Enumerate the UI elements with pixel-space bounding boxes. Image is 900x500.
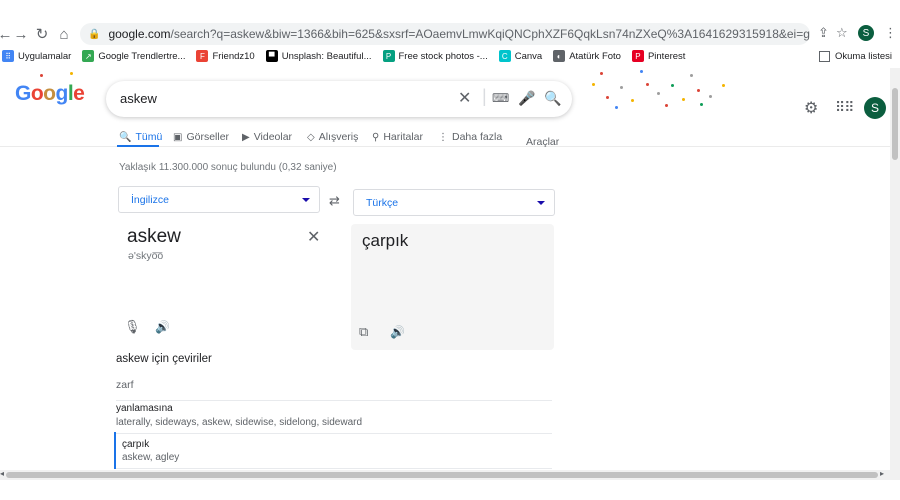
forward-icon[interactable]: → (10, 23, 32, 45)
chevron-down-icon (537, 201, 545, 205)
bookmark-item[interactable]: ↗ Google Trendlertre... (82, 50, 185, 62)
google-account-avatar[interactable]: S (864, 97, 886, 119)
bookmark-item[interactable]: ⠿ Uygulamalar (2, 50, 71, 62)
tab-more[interactable]: ⋮ Daha fazla (438, 131, 502, 143)
scroll-left-icon[interactable]: ◂ (0, 469, 4, 478)
apps-grid-icon: ⠿ (2, 50, 14, 62)
source-text[interactable]: askew (127, 226, 181, 248)
search-box[interactable]: askew ✕ | ⌨ 🎤 🔍 (106, 81, 572, 117)
photo-icon: ◐ (553, 50, 566, 62)
tab-shopping[interactable]: ◇ Alışveriş (307, 131, 358, 143)
bookmark-item[interactable]: F Friendz10 (196, 50, 255, 62)
divider (116, 433, 552, 434)
lock-icon: 🔒 (88, 28, 101, 40)
bookmark-label: Pinterest (647, 50, 686, 62)
pin-icon: ⚲ (372, 131, 380, 143)
scroll-right-icon[interactable]: ▸ (880, 469, 884, 478)
bookmark-item[interactable]: P Pinterest (631, 50, 686, 62)
bookmark-item[interactable]: C Canva (498, 50, 543, 62)
translation-word[interactable]: yanlamasına (116, 403, 173, 414)
menu-dots-icon[interactable]: ⋮ (884, 25, 897, 41)
divider (116, 400, 552, 401)
browser-chrome: ← → ↻ ⌂ 🔒 google.com/search?q=askew&biw=… (0, 0, 900, 68)
bookmark-item[interactable]: ◐ Atatürk Foto (553, 50, 621, 62)
bookmarks-bar: ⠿ Uygulamalar ↗ Google Trendlertre... F Frien… (0, 46, 900, 66)
speaker-icon[interactable]: 🔊 (390, 325, 405, 339)
browser-toolbar: ← → ↻ ⌂ 🔒 google.com/search?q=askew&biw=… (0, 0, 900, 45)
url-host: google.com (108, 27, 171, 41)
home-icon[interactable]: ⌂ (53, 23, 75, 45)
divider (116, 468, 552, 469)
tab-all[interactable]: 🔍 Tümü (119, 131, 162, 143)
translation-word[interactable]: çarpık (122, 439, 149, 450)
unsplash-icon: ▀ (265, 50, 278, 62)
settings-gear-icon[interactable]: ⚙ (804, 98, 818, 118)
selected-entry-indicator (114, 432, 116, 469)
tag-icon: ◇ (307, 131, 315, 143)
tab-maps[interactable]: ⚲ Haritalar (372, 131, 423, 143)
canva-icon: C (498, 50, 511, 62)
tab-videos[interactable]: ▶ Videolar (242, 131, 292, 143)
mic-icon[interactable]: 🎤 (518, 90, 535, 107)
chevron-down-icon (302, 198, 310, 202)
google-logo[interactable]: Google (15, 82, 85, 106)
bookmark-label: Atatürk Foto (569, 50, 621, 62)
bookmark-label: Uygulamalar (18, 50, 72, 62)
reading-list-icon (818, 50, 830, 62)
translations-heading: askew için çeviriler (116, 353, 212, 365)
url-path: /search?q=askew&biw=1366&bih=625&sxsrf=A… (170, 27, 811, 41)
horizontal-scrollbar-thumb[interactable] (6, 472, 878, 478)
bookmark-label: Free stock photos -... (398, 50, 488, 62)
keyboard-icon[interactable]: ⌨ (492, 91, 509, 105)
search-divider: | (482, 86, 487, 106)
pexels-icon: P (382, 50, 395, 62)
part-of-speech-label: zarf (116, 379, 134, 391)
image-icon: ▣ (173, 131, 183, 143)
search-tabs: 🔍 Tümü ▣ Görseller ▶ Videolar ◇ Alışveriş ⚲ H… (0, 125, 890, 148)
search-icon: 🔍 (119, 131, 132, 143)
reload-icon[interactable]: ↻ (31, 23, 53, 45)
apps-grid-icon[interactable]: ⠿⠿ (835, 99, 854, 116)
video-icon: ▶ (242, 131, 250, 143)
bookmark-label: Google Trendlertre... (98, 50, 186, 62)
friendz-icon: F (196, 50, 209, 62)
bookmark-item[interactable]: ▀ Unsplash: Beautiful... (265, 50, 372, 62)
phonetic-transcription: ə'skyo͞o (128, 250, 164, 262)
tools-button[interactable]: Araçlar (526, 136, 559, 148)
result-stats: Yaklaşık 11.300.000 sonuç bulundu (0,32 … (119, 162, 337, 173)
target-language-select[interactable]: Türkçe (353, 189, 555, 216)
page-footer-area (0, 480, 900, 500)
translated-text: çarpık (362, 231, 409, 250)
reading-list-label: Okuma listesi (834, 50, 892, 62)
vertical-scrollbar-thumb[interactable] (892, 88, 898, 160)
bookmark-label: Unsplash: Beautiful... (281, 50, 372, 62)
clear-source-icon[interactable]: ✕ (307, 227, 320, 247)
bookmark-label: Friendz10 (212, 50, 255, 62)
search-input[interactable]: askew (120, 91, 157, 106)
speaker-icon[interactable]: 🔊 (155, 320, 170, 334)
trends-icon: ↗ (82, 50, 95, 62)
star-icon[interactable]: ☆ (836, 25, 848, 41)
reading-list[interactable]: Okuma listesi (818, 46, 892, 66)
address-bar[interactable]: 🔒 google.com/search?q=askew&biw=1366&bih… (80, 23, 810, 45)
more-vert-icon: ⋮ (438, 131, 448, 143)
pinterest-icon: P (631, 50, 644, 62)
source-language-select[interactable]: İngilizce (118, 186, 320, 213)
bookmark-label: Canva (514, 50, 543, 62)
active-tab-indicator (117, 145, 159, 147)
bookmark-item[interactable]: P Free stock photos -... (382, 50, 488, 62)
voice-input-icon[interactable]: 🎙 (124, 319, 141, 335)
translation-synonyms: askew, agley (122, 452, 180, 463)
browser-profile-avatar[interactable]: S (858, 25, 874, 41)
swap-languages-icon[interactable]: ⇄ (329, 193, 340, 209)
share-icon[interactable]: ⇪ (818, 25, 829, 41)
copy-icon[interactable]: ⧉ (359, 324, 368, 340)
search-icon[interactable]: 🔍 (544, 90, 561, 107)
translation-synonyms: laterally, sideways, askew, sidewise, si… (116, 417, 363, 428)
clear-search-icon[interactable]: ✕ (458, 88, 471, 108)
tab-images[interactable]: ▣ Görseller (173, 131, 229, 143)
